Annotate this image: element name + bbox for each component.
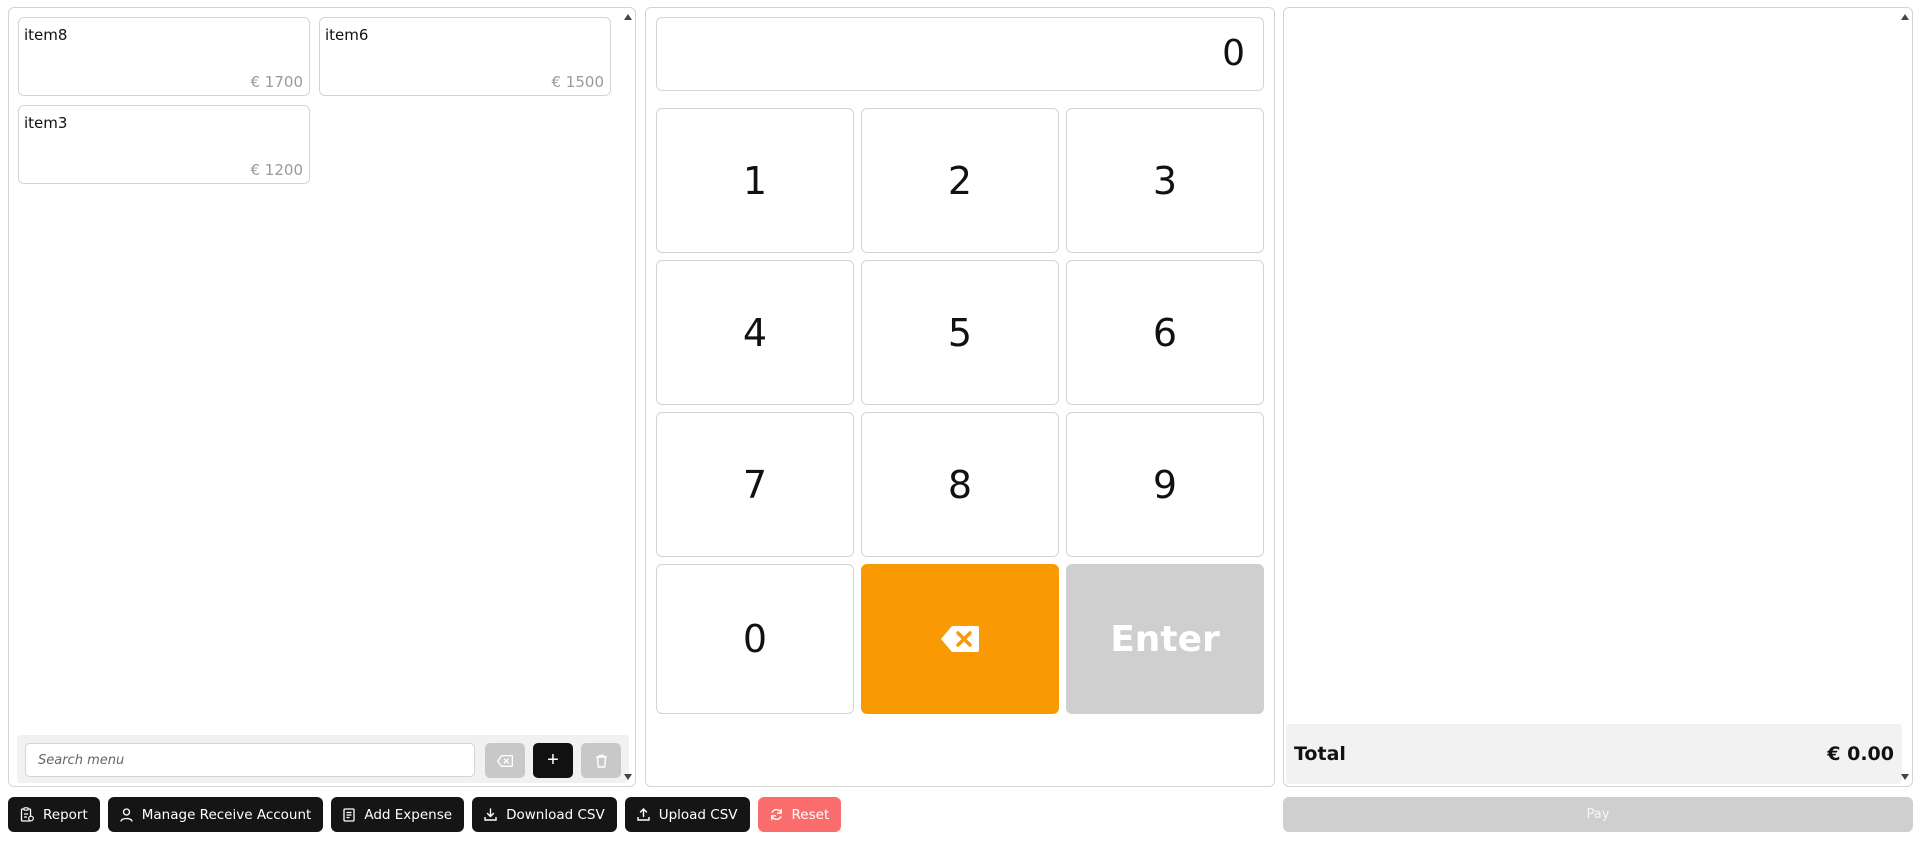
scroll-up-arrow[interactable] <box>1901 14 1909 20</box>
key-6[interactable]: 6 <box>1066 260 1264 405</box>
item-name: item3 <box>24 114 68 132</box>
upload-label: Upload CSV <box>658 806 738 823</box>
item-name: item8 <box>24 26 68 44</box>
delete-item-button[interactable] <box>581 743 621 778</box>
refresh-icon <box>770 808 782 821</box>
item-price: € 1700 <box>250 73 304 91</box>
reset-label: Reset <box>791 806 830 823</box>
scroll-down-arrow[interactable] <box>1901 774 1909 780</box>
search-bar: + <box>17 735 629 783</box>
key-3[interactable]: 3 <box>1066 108 1264 253</box>
keypad-grid: 1 2 3 4 5 6 7 8 9 0 Enter <box>656 108 1264 714</box>
expense-label: Add Expense <box>364 806 453 823</box>
manage-label: Manage Receive Account <box>141 806 312 823</box>
clear-search-button[interactable] <box>485 743 525 778</box>
total-label: Total <box>1294 743 1346 765</box>
trash-icon <box>595 754 607 768</box>
key-5[interactable]: 5 <box>861 260 1059 405</box>
menu-item-card[interactable]: item6 € 1500 <box>319 17 611 96</box>
total-bar: Total € 0.00 <box>1286 724 1902 784</box>
key-1[interactable]: 1 <box>656 108 854 253</box>
user-icon <box>120 807 133 822</box>
bottom-toolbar: Report Manage Receive Account Add Expens… <box>8 797 842 832</box>
download-csv-button[interactable]: Download CSV <box>472 797 617 832</box>
key-8[interactable]: 8 <box>861 412 1059 557</box>
download-icon <box>484 808 497 821</box>
upload-icon <box>637 808 650 821</box>
menu-item-card[interactable]: item3 € 1200 <box>18 105 310 184</box>
pay-button[interactable]: Pay <box>1283 797 1913 832</box>
report-label: Report <box>43 806 88 823</box>
item-price: € 1200 <box>250 161 304 179</box>
key-9[interactable]: 9 <box>1066 412 1264 557</box>
key-2[interactable]: 2 <box>861 108 1059 253</box>
receipt-icon <box>343 807 355 822</box>
backspace-icon <box>497 754 513 767</box>
add-expense-button[interactable]: Add Expense <box>331 797 465 832</box>
report-button[interactable]: Report <box>8 797 100 832</box>
item-price: € 1500 <box>551 73 605 91</box>
key-7[interactable]: 7 <box>656 412 854 557</box>
menu-item-grid: item8 € 1700 item6 € 1500 item3 € 1200 <box>18 17 613 184</box>
reset-button[interactable]: Reset <box>757 797 842 832</box>
keypad-panel: 0 1 2 3 4 5 6 7 8 9 0 Enter <box>645 7 1275 787</box>
amount-display: 0 <box>656 17 1264 91</box>
manage-receive-account-button[interactable]: Manage Receive Account <box>107 797 324 832</box>
upload-csv-button[interactable]: Upload CSV <box>624 797 750 832</box>
item-name: item6 <box>325 26 369 44</box>
scroll-up-arrow[interactable] <box>624 14 632 20</box>
cart-panel: Total € 0.00 <box>1283 7 1913 787</box>
menu-panel: item8 € 1700 item6 € 1500 item3 € 1200 + <box>8 7 636 787</box>
total-value: € 0.00 <box>1827 743 1894 765</box>
plus-icon: + <box>547 749 559 771</box>
backspace-button[interactable] <box>861 564 1059 714</box>
backspace-icon <box>941 626 979 652</box>
enter-button[interactable]: Enter <box>1066 564 1264 714</box>
menu-item-card[interactable]: item8 € 1700 <box>18 17 310 96</box>
add-item-button[interactable]: + <box>533 743 573 778</box>
scroll-down-arrow[interactable] <box>624 774 632 780</box>
key-4[interactable]: 4 <box>656 260 854 405</box>
download-label: Download CSV <box>506 806 605 823</box>
report-icon <box>20 807 34 822</box>
key-0[interactable]: 0 <box>656 564 854 714</box>
search-input[interactable] <box>25 743 475 777</box>
